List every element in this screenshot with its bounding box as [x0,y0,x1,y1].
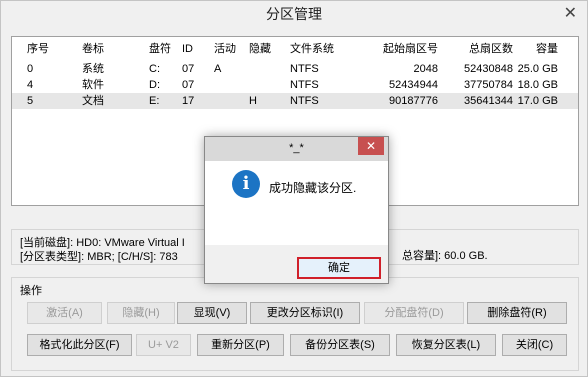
operations-label: 操作 [20,285,42,297]
col-header-index[interactable]: 序号 [27,41,49,57]
cell-id: 07 [182,63,195,75]
repartition-button[interactable]: 重新分区(P) [197,334,284,356]
window-titlebar: 分区管理 ✕ [1,1,587,29]
info-icon: i [232,170,260,198]
cell-label: 文档 [82,95,104,107]
cell-active: A [214,63,222,75]
total-capacity-text: 总容量]: 60.0 GB. [402,250,488,262]
window-title: 分区管理 [266,6,322,22]
table-row[interactable]: 4 软件 D: 07 NTFS 52434944 37750784 18.0 G… [12,77,578,93]
show-button[interactable]: 显现(V) [177,302,247,324]
assign-drive-letter-button[interactable]: 分配盘符(D) [364,302,464,324]
cell-total-sectors: 37750784 [464,79,513,91]
cell-total-sectors: 52430848 [464,63,513,75]
cell-id: 07 [182,79,195,91]
activate-button[interactable]: 激活(A) [27,302,102,324]
cell-drive: D: [149,79,160,91]
col-header-drive[interactable]: 盘符 [149,41,171,57]
col-header-total-sectors[interactable]: 总扇区数 [469,41,513,57]
cell-start-sector: 2048 [413,63,438,75]
backup-partition-table-button[interactable]: 备份分区表(S) [290,334,390,356]
table-header: 序号 卷标 盘符 ID 活动 隐藏 文件系统 起始扇区号 总扇区数 容量 [12,41,578,57]
cell-label: 系统 [82,63,104,75]
close-icon[interactable]: ✕ [564,5,577,23]
col-header-hidden[interactable]: 隐藏 [249,41,271,57]
col-header-label[interactable]: 卷标 [82,41,104,57]
cell-index: 4 [27,79,34,91]
change-partition-id-button[interactable]: 更改分区标识(I) [250,302,360,324]
close-button[interactable]: 关闭(C) [502,334,567,356]
cell-capacity: 25.0 GB [517,63,558,75]
cell-id: 17 [182,95,195,107]
cell-hidden: H [249,95,257,107]
col-header-filesystem[interactable]: 文件系统 [290,41,334,57]
cell-drive: C: [149,63,160,75]
col-header-active[interactable]: 活动 [214,41,236,57]
col-header-capacity[interactable]: 容量 [536,41,558,57]
cell-start-sector: 90187776 [389,95,438,107]
cell-index: 0 [27,63,34,75]
u-v2-button[interactable]: U+ V2 [136,334,191,356]
col-header-id[interactable]: ID [182,41,193,57]
cell-capacity: 18.0 GB [517,79,558,91]
table-row[interactable]: 0 系统 C: 07 A NTFS 2048 52430848 25.0 GB [12,61,578,77]
dialog-close-icon[interactable]: ✕ [358,137,384,155]
message-dialog: *_* ✕ i 成功隐藏该分区. 确定 [204,136,389,284]
cell-capacity: 17.0 GB [517,95,558,107]
format-partition-button[interactable]: 格式化此分区(F) [27,334,132,356]
remove-drive-letter-button[interactable]: 删除盘符(R) [467,302,567,324]
cell-filesystem: NTFS [290,95,319,107]
partition-type-text: [分区表类型]: MBR; [C/H/S]: 783 [20,251,178,263]
col-header-start-sector[interactable]: 起始扇区号 [383,41,438,57]
cell-index: 5 [27,95,34,107]
operations-panel: 操作 激活(A) 隐藏(H) 显现(V) 更改分区标识(I) 分配盘符(D) 删… [11,277,579,371]
hide-button[interactable]: 隐藏(H) [107,302,175,324]
restore-partition-table-button[interactable]: 恢复分区表(L) [396,334,496,356]
table-row-selected[interactable]: 5 文档 E: 17 H NTFS 90187776 35641344 17.0… [12,93,578,109]
cell-start-sector: 52434944 [389,79,438,91]
dialog-body [205,161,388,245]
cell-filesystem: NTFS [290,79,319,91]
cell-drive: E: [149,95,160,107]
dialog-titlebar: *_* ✕ [205,137,388,161]
cell-total-sectors: 35641344 [464,95,513,107]
cell-filesystem: NTFS [290,63,319,75]
ok-button[interactable]: 确定 [297,257,381,279]
dialog-message: 成功隐藏该分区. [269,181,357,195]
cell-label: 软件 [82,79,104,91]
